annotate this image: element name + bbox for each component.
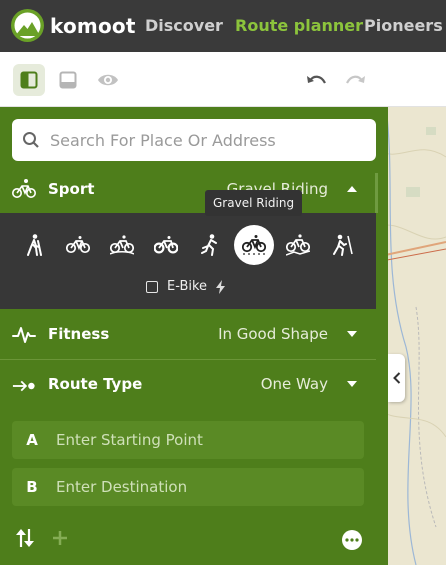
brand-name: komoot	[50, 13, 136, 38]
ebike-toggle[interactable]: E-Bike	[146, 279, 226, 294]
sport-tooltip: Gravel Riding	[205, 190, 303, 216]
chevron-down-icon	[347, 381, 357, 387]
swap-icon[interactable]	[15, 527, 35, 549]
sport-option-road[interactable]	[104, 227, 140, 263]
redo-button[interactable]	[340, 64, 372, 96]
search-input[interactable]	[50, 130, 350, 150]
komoot-logo[interactable]: komoot	[11, 9, 136, 42]
mtb-enduro-icon	[286, 234, 310, 256]
sport-options: E-Bike	[0, 213, 376, 309]
waypoint-letter: A	[26, 431, 38, 449]
sport-label: Sport	[48, 180, 95, 198]
sidebar-toggle-button[interactable]	[13, 64, 45, 96]
sidebar-icon	[20, 71, 38, 89]
waypoint-letter: B	[26, 478, 38, 496]
nav-route-planner[interactable]: Route planner	[235, 16, 363, 35]
eye-icon	[98, 74, 118, 86]
undo-icon	[307, 75, 326, 84]
mountain-biking-icon	[154, 236, 178, 254]
route-planner-panel: Sport Gravel Riding Gravel Riding	[0, 107, 388, 565]
sport-option-touring[interactable]	[60, 227, 96, 263]
planner-toolbar	[0, 52, 446, 107]
running-icon	[201, 234, 217, 256]
sport-option-mountain-bike[interactable]	[148, 227, 184, 263]
scrollbar-thumb[interactable]	[375, 173, 378, 213]
waypoint-start[interactable]: A	[12, 421, 364, 459]
destination-input[interactable]	[56, 478, 346, 496]
sport-selector[interactable]: Sport Gravel Riding	[0, 165, 376, 213]
more-options-button[interactable]	[342, 530, 362, 550]
sport-option-mountaineering[interactable]	[324, 227, 360, 263]
chevron-left-icon	[392, 372, 400, 384]
sport-bike-icon	[12, 179, 36, 198]
bottom-panel-toggle-button[interactable]	[52, 64, 84, 96]
sport-option-hiking[interactable]	[16, 227, 52, 263]
waypoint-destination[interactable]: B	[12, 468, 364, 506]
bike-touring-icon	[66, 236, 90, 254]
nav-discover[interactable]: Discover	[145, 16, 223, 35]
hiking-icon	[27, 234, 42, 256]
tablet-icon	[59, 71, 77, 89]
fitness-value: In Good Shape	[218, 325, 328, 343]
redo-icon	[346, 75, 365, 84]
mountaineering-icon	[333, 234, 353, 256]
chevron-down-icon	[347, 331, 357, 337]
sport-option-gravel[interactable]	[234, 225, 274, 265]
ebike-label: E-Bike	[167, 279, 208, 294]
collapse-panel-button[interactable]	[388, 354, 405, 402]
route-type-selector[interactable]: Route Type One Way	[0, 360, 376, 408]
lightning-icon	[216, 279, 226, 294]
gravel-riding-icon	[242, 235, 266, 255]
top-navigation: komoot Discover Route planner Pioneers	[0, 0, 446, 52]
sport-option-enduro[interactable]	[280, 227, 316, 263]
start-point-input[interactable]	[56, 431, 346, 449]
road-cycling-icon	[110, 235, 134, 255]
chevron-up-icon	[347, 186, 357, 192]
komoot-logo-icon	[11, 9, 44, 42]
fitness-selector[interactable]: Fitness In Good Shape	[0, 310, 376, 358]
undo-button[interactable]	[300, 64, 332, 96]
add-waypoint-icon[interactable]	[53, 531, 67, 545]
view-toggle-button[interactable]	[92, 64, 124, 96]
sport-option-running[interactable]	[192, 227, 228, 263]
search-icon	[23, 132, 39, 148]
more-icon	[345, 538, 359, 542]
nav-pioneers[interactable]: Pioneers	[364, 16, 443, 35]
ebike-checkbox[interactable]	[146, 280, 158, 293]
route-type-label: Route Type	[48, 375, 143, 393]
waypoint-tools	[0, 522, 376, 562]
route-type-value: One Way	[260, 375, 328, 393]
search-box[interactable]	[12, 119, 376, 161]
fitness-label: Fitness	[48, 325, 110, 343]
route-arrow-icon	[12, 380, 35, 392]
pulse-icon	[12, 327, 36, 343]
